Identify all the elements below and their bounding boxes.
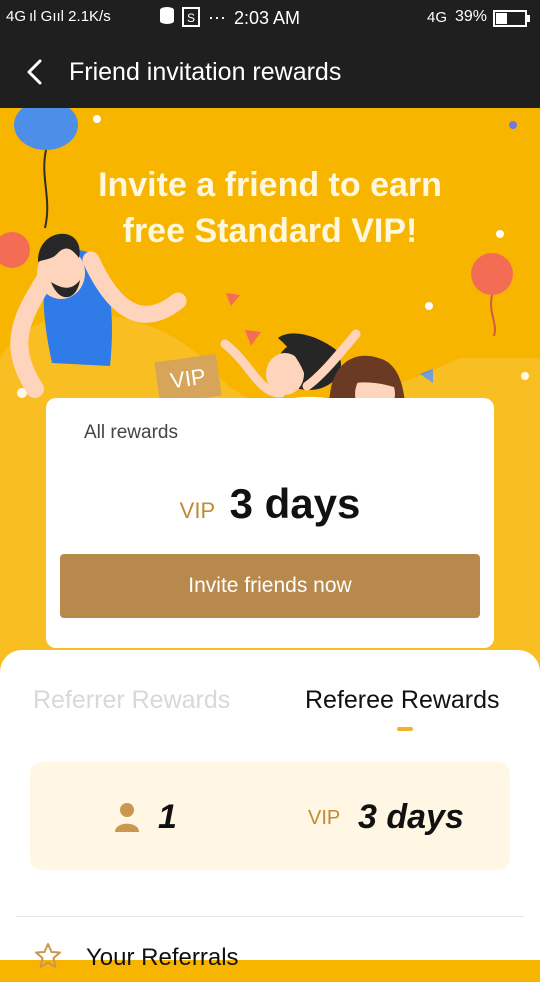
battery-percent: 39% <box>455 8 488 25</box>
reward-tabs: Referrer Rewards Referee Rewards <box>0 650 540 740</box>
clock: 2:03 AM <box>234 8 301 28</box>
headline-line-1: Invite a friend to earn <box>98 166 442 204</box>
invite-friends-button[interactable]: Invite friends now <box>60 554 480 618</box>
stats-days-value: 3 days <box>358 798 464 836</box>
person-icon <box>115 803 139 832</box>
back-button[interactable] <box>18 54 54 90</box>
active-tab-indicator <box>397 727 413 731</box>
headline-line-2: free Standard VIP! <box>122 212 418 250</box>
reward-days: 3 days <box>229 480 361 527</box>
tab-referrer-rewards[interactable]: Referrer Rewards <box>33 686 230 715</box>
rewards-panel: Referrer Rewards Referee Rewards 1 VIP 3… <box>0 650 540 971</box>
reward-stats-card: 1 VIP 3 days <box>30 762 510 870</box>
network-type: 4G <box>427 9 448 26</box>
app-notification-icon: S <box>182 7 200 32</box>
vip-stamp: VIP <box>154 353 222 405</box>
referral-count: 1 <box>158 798 177 836</box>
your-referrals-row[interactable]: Your Referrals <box>34 942 514 982</box>
page-title: Friend invitation rewards <box>69 58 342 86</box>
signal-speed-text: 4G ıl Gııl 2.1K/s <box>6 8 111 25</box>
tab-referee-rewards[interactable]: Referee Rewards <box>305 686 500 715</box>
status-bar: 4G ıl Gııl 2.1K/s S ⋯ 2:03 AM 4G 39% <box>0 0 540 36</box>
star-icon <box>35 943 61 968</box>
section-divider <box>16 916 524 917</box>
your-referrals-label: Your Referrals <box>86 944 239 971</box>
top-app-bar: Friend invitation rewards <box>0 36 540 108</box>
reward-card: All rewards VIP 3 days Invite friends no… <box>46 398 494 648</box>
chevron-left-icon <box>27 59 42 85</box>
stats-vip-label: VIP <box>308 807 341 829</box>
reward-summary: VIP 3 days <box>46 480 494 528</box>
battery-icon <box>493 10 531 33</box>
svg-text:S: S <box>187 11 195 25</box>
database-icon <box>158 6 176 31</box>
all-rewards-label: All rewards <box>84 422 178 443</box>
promo-headline: Invite a friend to earn free Standard VI… <box>0 162 540 254</box>
more-notifications-icon: ⋯ <box>208 8 226 28</box>
vip-badge: VIP <box>179 498 216 523</box>
